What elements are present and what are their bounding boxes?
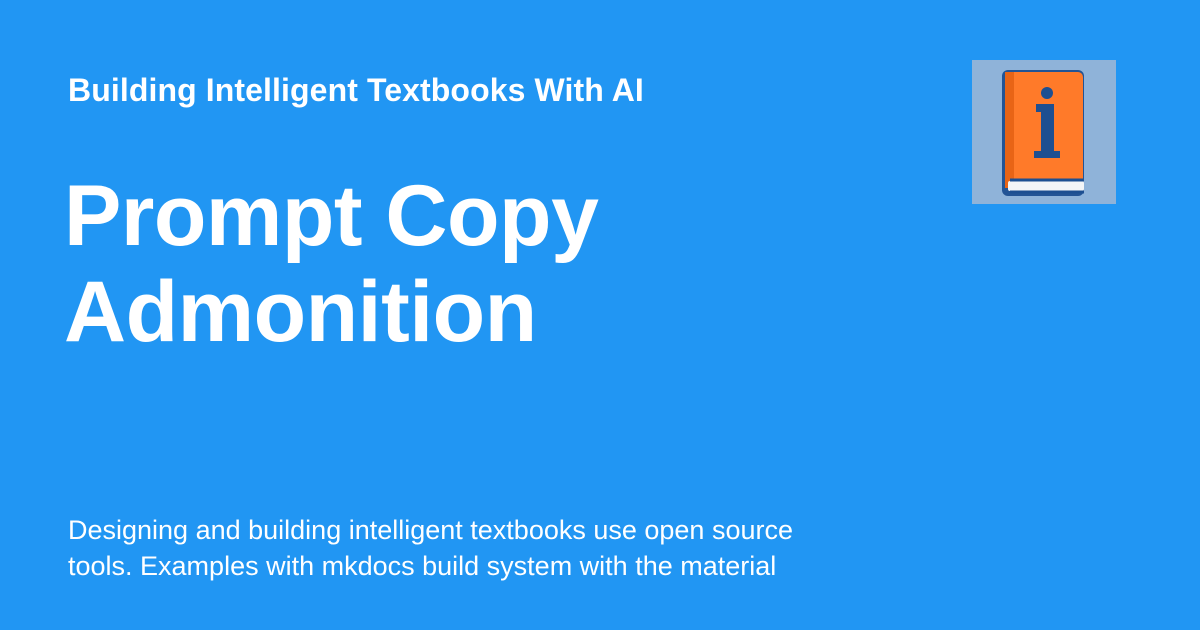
page-description: Designing and building intelligent textb… [68,515,793,581]
page-title: Prompt Copy Admonition [64,168,599,360]
social-card: Building Intelligent Textbooks With AI P… [0,0,1200,630]
site-title: Building Intelligent Textbooks With AI [68,72,644,108]
info-book-icon [972,60,1116,204]
site-logo [972,60,1116,204]
